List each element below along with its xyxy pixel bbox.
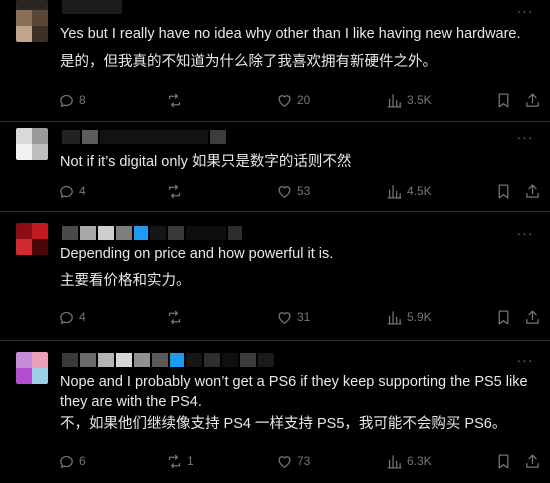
views-button[interactable]: 4.5K (386, 182, 432, 200)
repost-icon (168, 184, 181, 198)
repost-count: 1 (187, 454, 194, 468)
action-bar: 4 31 5.9K (58, 308, 539, 326)
reply-icon (60, 185, 73, 198)
author-name-redacted (62, 130, 226, 144)
bookmark-icon (498, 92, 509, 108)
action-bar: 8 20 3.5K (58, 91, 539, 109)
reply-translation: 主要看价格和实力。 (60, 273, 191, 289)
share-button[interactable] (524, 308, 541, 326)
heart-icon (278, 311, 291, 324)
reply-button[interactable]: 8 (58, 91, 86, 109)
bookmark-icon (498, 309, 509, 325)
more-icon[interactable]: ··· (514, 226, 536, 240)
action-bar: 6 1 73 6.3K (58, 452, 539, 470)
more-icon[interactable]: ··· (514, 130, 536, 144)
views-count: 5.9K (407, 310, 432, 324)
share-icon (526, 183, 539, 198)
views-icon (387, 454, 402, 469)
share-icon (526, 92, 539, 107)
bookmark-icon (498, 183, 509, 199)
reply-item[interactable]: ··· Nope and I probably won’t get a PS6 … (0, 341, 550, 483)
like-count: 53 (297, 184, 311, 198)
like-button[interactable]: 20 (276, 91, 310, 109)
bookmark-button[interactable] (495, 308, 512, 326)
views-button[interactable]: 3.5K (386, 91, 432, 109)
reply-count: 8 (79, 93, 86, 107)
repost-icon (168, 454, 181, 468)
heart-icon (278, 185, 291, 198)
reply-count: 4 (79, 184, 86, 198)
reply-item[interactable]: ··· Not if it’s digital only 如果只是数字的话则不然… (0, 122, 550, 211)
reply-icon (60, 311, 73, 324)
heart-icon (278, 94, 291, 107)
reply-count: 6 (79, 454, 86, 468)
reply-count: 4 (79, 310, 86, 324)
like-count: 31 (297, 310, 311, 324)
more-icon[interactable]: ··· (514, 353, 536, 367)
reply-button[interactable]: 6 (58, 452, 86, 470)
repost-button[interactable] (166, 308, 187, 326)
bookmark-button[interactable] (495, 182, 512, 200)
more-icon[interactable]: ··· (514, 4, 536, 18)
views-count: 3.5K (407, 93, 432, 107)
bookmark-button[interactable] (495, 452, 512, 470)
reply-translation: 不，如果他们继续像支持 PS4 一样支持 PS5，我可能不会购买 PS6。 (60, 416, 507, 432)
bookmark-icon (498, 453, 509, 469)
bookmark-button[interactable] (495, 91, 512, 109)
like-count: 20 (297, 93, 311, 107)
like-button[interactable]: 73 (276, 452, 310, 470)
reply-item[interactable]: ··· Yes but I really have no idea why ot… (0, 0, 550, 121)
share-button[interactable] (524, 182, 541, 200)
action-bar: 4 53 4.5K (58, 182, 539, 200)
reply-text: Nope and I probably won’t get a PS6 if t… (60, 374, 528, 410)
views-count: 4.5K (407, 184, 432, 198)
views-button[interactable]: 6.3K (386, 452, 432, 470)
reply-icon (60, 455, 73, 468)
reply-text: Not if it’s digital only 如果只是数字的话则不然 (60, 154, 352, 170)
reply-item[interactable]: ··· Depending on price and how powerful … (0, 212, 550, 340)
repost-icon (168, 93, 181, 107)
author-name-redacted (62, 353, 274, 367)
avatar[interactable] (16, 352, 48, 384)
heart-icon (278, 455, 291, 468)
views-button[interactable]: 5.9K (386, 308, 432, 326)
author-name-redacted (62, 226, 242, 240)
share-icon (526, 453, 539, 468)
share-button[interactable] (524, 91, 541, 109)
views-icon (387, 184, 402, 199)
repost-button[interactable]: 1 (166, 452, 194, 470)
views-icon (387, 310, 402, 325)
repost-button[interactable] (166, 91, 187, 109)
avatar[interactable] (16, 0, 48, 42)
avatar[interactable] (16, 223, 48, 255)
views-count: 6.3K (407, 454, 432, 468)
avatar[interactable] (16, 128, 48, 160)
views-icon (387, 93, 402, 108)
reply-icon (60, 94, 73, 107)
share-icon (526, 309, 539, 324)
reply-text: Depending on price and how powerful it i… (60, 246, 334, 262)
reply-translation: 是的，但我真的不知道为什么除了我喜欢拥有新硬件之外。 (60, 54, 437, 70)
share-button[interactable] (524, 452, 541, 470)
repost-icon (168, 310, 181, 324)
like-button[interactable]: 31 (276, 308, 310, 326)
like-button[interactable]: 53 (276, 182, 310, 200)
reply-text: Yes but I really have no idea why other … (60, 26, 521, 42)
author-name-redacted (62, 0, 122, 14)
reply-button[interactable]: 4 (58, 308, 86, 326)
like-count: 73 (297, 454, 311, 468)
repost-button[interactable] (166, 182, 187, 200)
reply-button[interactable]: 4 (58, 182, 86, 200)
